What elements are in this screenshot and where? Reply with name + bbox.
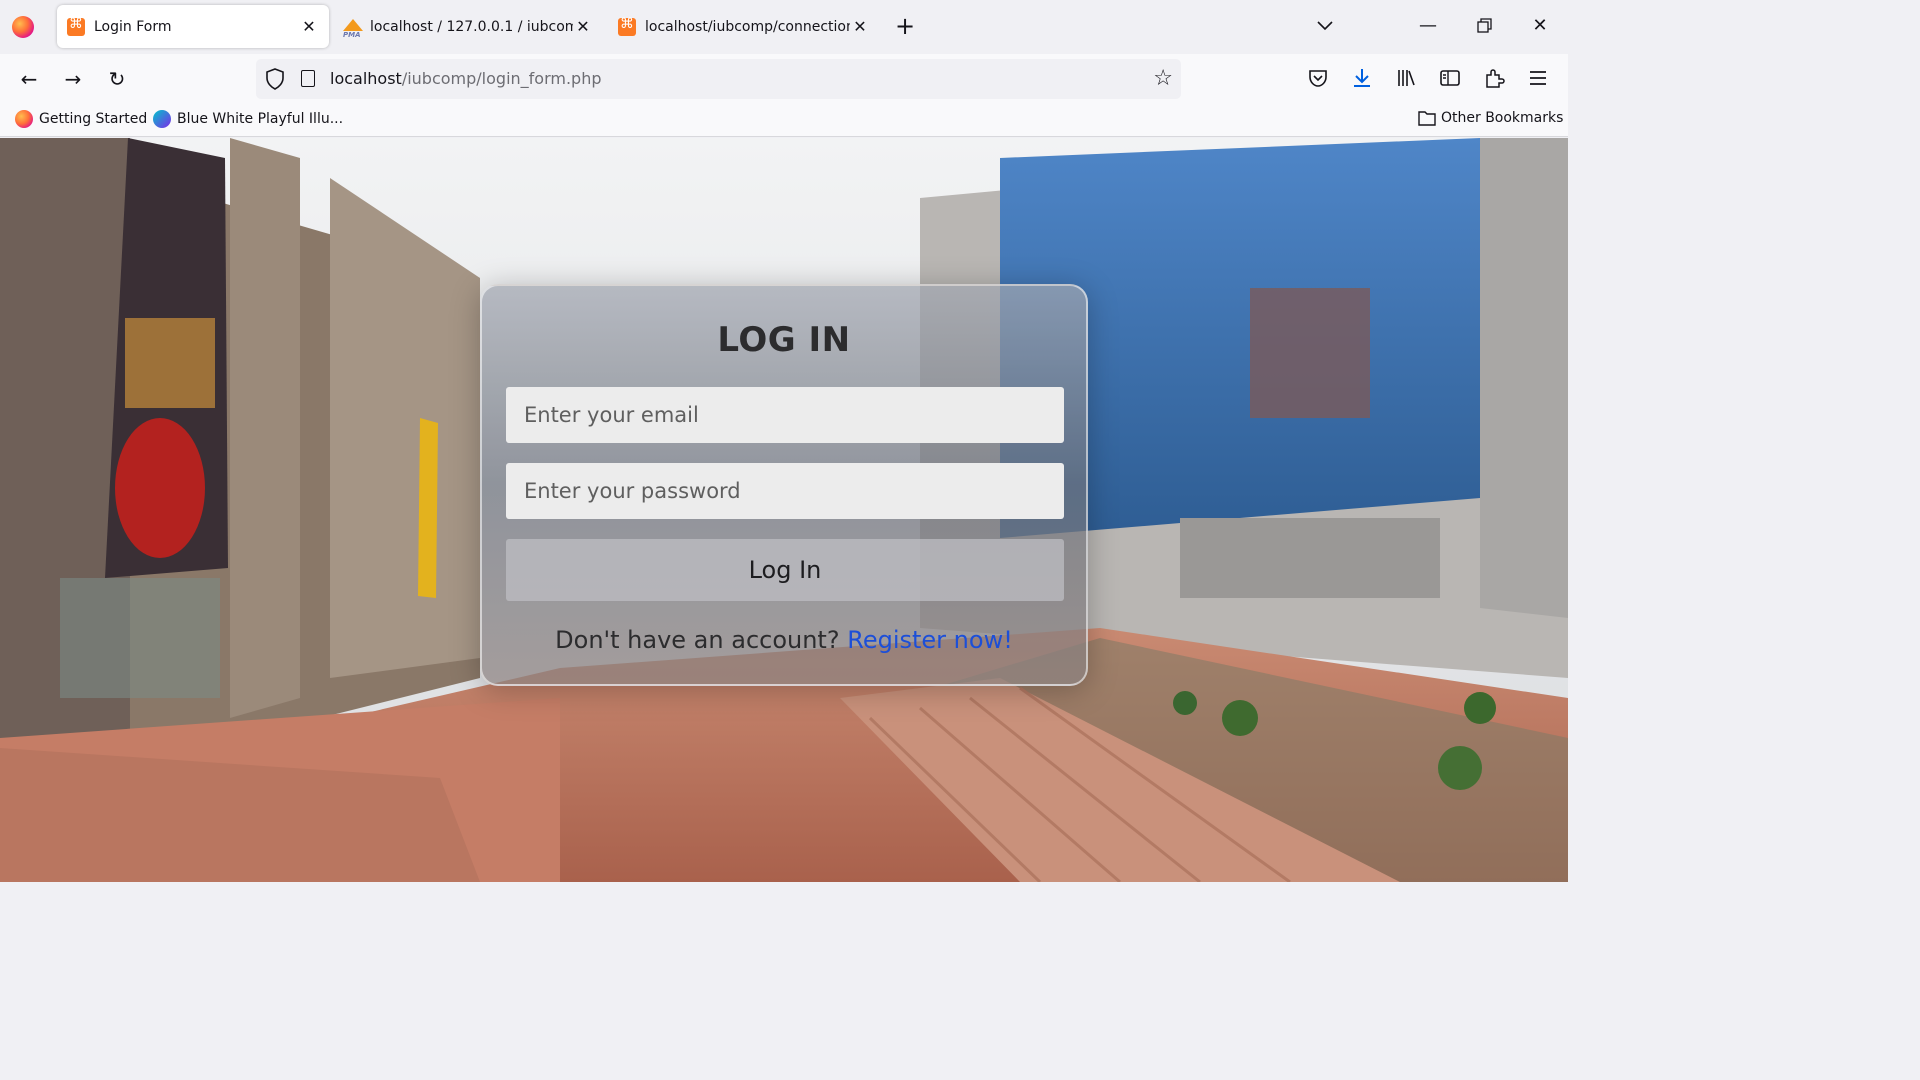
url-host: localhost: [330, 69, 402, 88]
pocket-icon[interactable]: [1306, 66, 1330, 90]
other-bookmarks[interactable]: Other Bookmarks: [1418, 110, 1563, 126]
login-card: LOG IN Log In Don't have an account? Reg…: [480, 284, 1088, 686]
login-title: LOG IN: [717, 320, 851, 360]
email-input[interactable]: [506, 387, 1064, 443]
tab-title: localhost / 127.0.0.1 / iubcomp: [370, 18, 573, 35]
url-bar[interactable]: localhost/iubcomp/login_form.php ☆: [256, 59, 1181, 99]
download-icon[interactable]: [1350, 66, 1374, 90]
sidebar-icon[interactable]: [1438, 66, 1462, 90]
bookmark-getting-started[interactable]: Getting Started: [15, 110, 147, 128]
xampp-icon: [618, 16, 636, 36]
bookmark-canva[interactable]: Blue White Playful Illu...: [153, 110, 343, 128]
restore-button[interactable]: [1472, 14, 1496, 38]
chevron-down-icon[interactable]: [1316, 16, 1334, 34]
back-button[interactable]: ←: [16, 66, 42, 92]
tab-phpmyadmin[interactable]: localhost / 127.0.0.1 / iubcomp ✕: [333, 5, 603, 48]
forward-button[interactable]: →: [60, 66, 86, 92]
tab-connection[interactable]: localhost/iubcomp/connection.p ✕: [608, 5, 880, 48]
page-info-icon[interactable]: [301, 70, 315, 87]
folder-icon: [1418, 111, 1436, 126]
bookmarks-toolbar: Getting Started Blue White Playful Illu.…: [0, 104, 1568, 137]
close-icon[interactable]: ✕: [573, 17, 593, 36]
firefox-logo-icon[interactable]: [12, 16, 34, 38]
menu-icon[interactable]: [1526, 66, 1550, 90]
navigation-toolbar: ← → ↻ localhost/iubcomp/login_form.php ☆: [0, 54, 1568, 104]
firefox-icon: [15, 110, 33, 128]
shield-icon[interactable]: [264, 67, 286, 91]
library-icon[interactable]: [1394, 66, 1418, 90]
signup-text: Don't have an account?: [555, 626, 840, 654]
url-path: /iubcomp/login_form.php: [401, 69, 602, 88]
bookmark-label: Getting Started: [39, 111, 148, 127]
xampp-icon: [67, 16, 85, 36]
close-icon[interactable]: ✕: [850, 17, 870, 36]
password-input[interactable]: [506, 463, 1064, 519]
page-content: LOG IN Log In Don't have an account? Reg…: [0, 138, 1568, 882]
phpmyadmin-icon: [343, 18, 363, 39]
url-text[interactable]: localhost/iubcomp/login_form.php: [330, 69, 602, 88]
tab-strip: Login Form ✕ localhost / 127.0.0.1 / iub…: [0, 0, 1568, 54]
extensions-icon[interactable]: [1482, 66, 1506, 90]
signup-prompt: Don't have an account? Register now!: [482, 626, 1086, 654]
tab-login-form[interactable]: Login Form ✕: [57, 5, 329, 48]
tab-title: Login Form: [94, 18, 172, 35]
close-window-button[interactable]: ✕: [1528, 14, 1552, 38]
register-link[interactable]: Register now!: [847, 626, 1013, 654]
new-tab-button[interactable]: +: [895, 14, 915, 38]
close-icon[interactable]: ✕: [299, 17, 319, 36]
login-button[interactable]: Log In: [506, 539, 1064, 601]
canva-icon: [153, 110, 171, 128]
other-bookmarks-label: Other Bookmarks: [1441, 110, 1564, 126]
tab-title: localhost/iubcomp/connection.p: [645, 18, 850, 35]
bookmark-star-icon[interactable]: ☆: [1153, 66, 1173, 91]
bookmark-label: Blue White Playful Illu...: [177, 111, 344, 127]
reload-button[interactable]: ↻: [104, 66, 130, 92]
minimize-button[interactable]: —: [1416, 14, 1440, 38]
